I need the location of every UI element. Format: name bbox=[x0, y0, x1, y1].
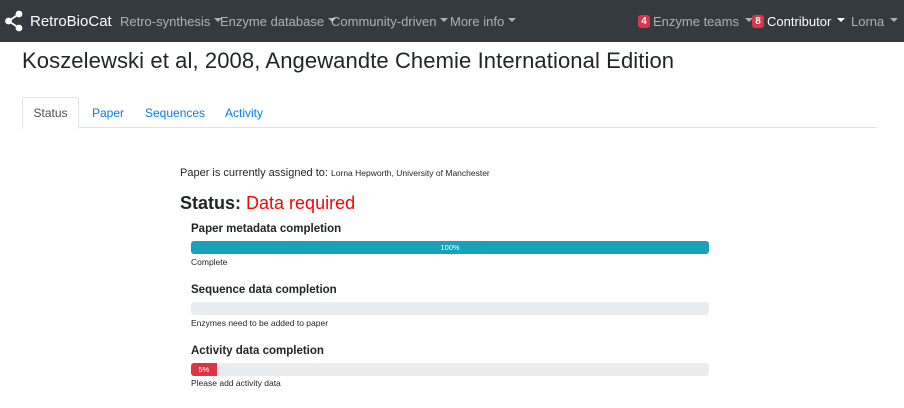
activity-progress-label: 5% bbox=[198, 365, 210, 374]
menu-retro-synthesis-label: Retro-synthesis bbox=[120, 13, 211, 29]
menu-enzyme-teams[interactable]: 4 Enzyme teams bbox=[638, 0, 753, 42]
caret-down-icon bbox=[440, 18, 449, 22]
status-value: Data required bbox=[246, 193, 356, 213]
brand-link[interactable]: RetroBioCat bbox=[4, 0, 112, 42]
activity-progress: 5% bbox=[191, 363, 709, 376]
menu-enzyme-database[interactable]: Enzyme database bbox=[220, 0, 337, 42]
status-heading: Status: Data required bbox=[180, 193, 355, 214]
menu-retro-synthesis[interactable]: Retro-synthesis bbox=[120, 0, 223, 42]
menu-contributor[interactable]: 8 Contributor bbox=[752, 0, 846, 42]
status-label: Status: bbox=[180, 193, 242, 213]
metadata-progress-label: 100% bbox=[440, 243, 460, 252]
menu-more-info-label: More info bbox=[450, 13, 505, 29]
caret-down-icon bbox=[508, 18, 517, 22]
menu-user-label: Lorna bbox=[851, 13, 885, 29]
assignee-name: Lorna Hepworth, University of Manchester bbox=[331, 168, 490, 178]
tab-sequences[interactable]: Sequences bbox=[145, 97, 205, 128]
menu-enzyme-teams-label: Enzyme teams bbox=[653, 13, 739, 29]
share-network-icon bbox=[5, 10, 23, 32]
menu-more-info[interactable]: More info bbox=[450, 0, 517, 42]
metadata-progress: 100% bbox=[191, 241, 709, 254]
tab-bar: Status Paper Sequences Activity bbox=[22, 97, 877, 129]
menu-community-driven-label: Community-driven bbox=[331, 13, 437, 29]
sequence-completion-note: Enzymes need to be added to paper bbox=[191, 318, 329, 328]
contributor-count-badge: 8 bbox=[752, 14, 764, 28]
metadata-completion-title: Paper metadata completion bbox=[191, 223, 342, 235]
menu-community-driven[interactable]: Community-driven bbox=[331, 0, 449, 42]
activity-completion-note: Please add activity data bbox=[191, 378, 281, 388]
tab-paper[interactable]: Paper bbox=[92, 97, 124, 128]
activity-progress-bar: 5% bbox=[191, 363, 217, 376]
brand-name: RetroBioCat bbox=[30, 12, 112, 30]
assignment-line: Paper is currently assigned to: Lorna He… bbox=[180, 167, 490, 179]
enzyme-teams-count-badge: 4 bbox=[638, 14, 650, 28]
sequence-completion-title: Sequence data completion bbox=[191, 284, 337, 296]
tab-status[interactable]: Status bbox=[22, 97, 79, 129]
menu-contributor-label: Contributor bbox=[767, 13, 832, 29]
caret-down-icon bbox=[837, 18, 846, 22]
page-title: Koszelewski et al, 2008, Angewandte Chem… bbox=[22, 48, 675, 73]
metadata-progress-bar: 100% bbox=[191, 241, 709, 254]
navbar: RetroBioCat Retro-synthesis Enzyme datab… bbox=[0, 0, 904, 42]
menu-enzyme-database-label: Enzyme database bbox=[220, 13, 325, 29]
caret-down-icon bbox=[890, 18, 899, 22]
menu-user[interactable]: Lorna bbox=[851, 0, 899, 42]
sequence-progress bbox=[191, 302, 709, 315]
assignment-prefix: Paper is currently assigned to: bbox=[180, 167, 328, 179]
metadata-completion-note: Complete bbox=[191, 257, 228, 267]
activity-completion-title: Activity data completion bbox=[191, 345, 324, 357]
tab-activity[interactable]: Activity bbox=[225, 97, 263, 128]
